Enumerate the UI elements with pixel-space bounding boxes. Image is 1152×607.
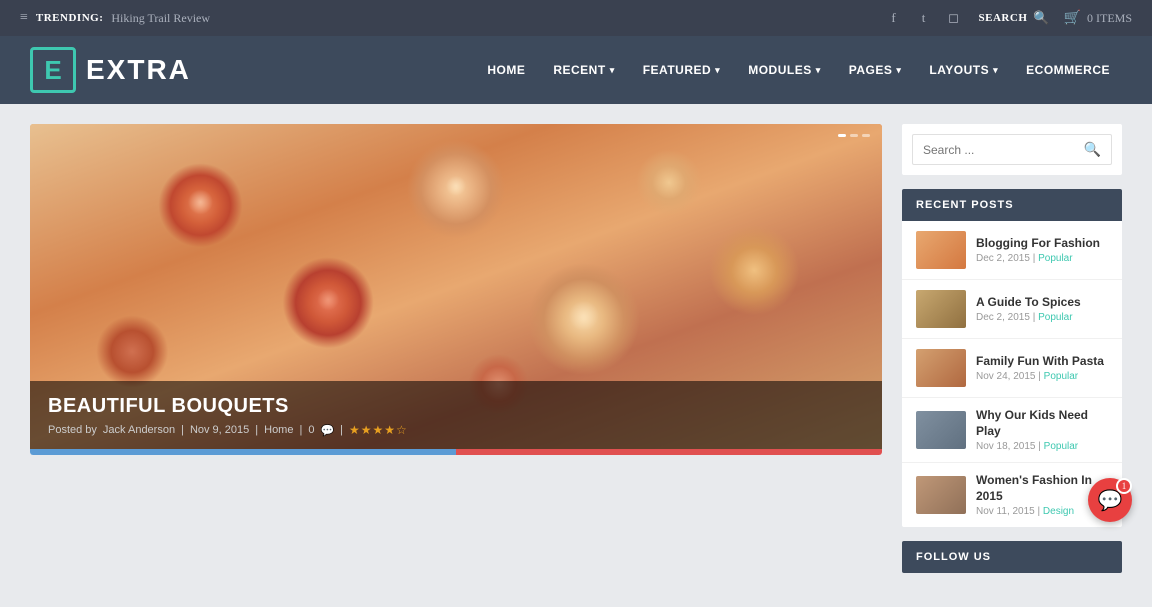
post-thumbnail <box>916 349 966 387</box>
post-info: A Guide To Spices Dec 2, 2015 | Popular <box>976 295 1108 324</box>
hero-separator: | <box>181 424 184 436</box>
post-info: Blogging For Fashion Dec 2, 2015 | Popul… <box>976 236 1108 265</box>
post-tag: Popular <box>1044 371 1078 382</box>
chevron-down-icon: ▾ <box>610 65 615 76</box>
hero-date: Nov 9, 2015 <box>190 424 249 436</box>
post-info: Family Fun With Pasta Nov 24, 2015 | Pop… <box>976 354 1108 383</box>
sidebar: 🔍 RECENT POSTS Blogging For Fashion Dec … <box>902 124 1122 587</box>
post-info: Why Our Kids Need Play Nov 18, 2015 | Po… <box>976 408 1108 452</box>
post-tag: Design <box>1043 506 1074 517</box>
hero-author[interactable]: Jack Anderson <box>103 424 175 436</box>
hero-title: BEAUTIFUL BOUQUETS <box>48 395 864 418</box>
chevron-down-icon: ▾ <box>896 65 901 76</box>
logo-text: EXTRA <box>86 54 191 86</box>
hero-bottom-bars <box>30 449 882 455</box>
cart-count: 0 ITEMS <box>1087 11 1132 26</box>
trending-link[interactable]: Hiking Trail Review <box>111 11 210 26</box>
post-thumbnail <box>916 231 966 269</box>
comment-icon: 💬 <box>320 424 334 437</box>
post-title[interactable]: Blogging For Fashion <box>976 236 1108 252</box>
top-bar-left: ≡ TRENDING: Hiking Trail Review <box>20 10 210 26</box>
hero-category[interactable]: Home <box>264 424 293 436</box>
chevron-down-icon: ▾ <box>816 65 821 76</box>
post-meta: Dec 2, 2015 | Popular <box>976 253 1108 264</box>
hero-meta: Posted by Jack Anderson | Nov 9, 2015 | … <box>48 423 864 437</box>
hero-posted-by: Posted by <box>48 424 97 436</box>
post-meta: Nov 11, 2015 | Design <box>976 506 1108 517</box>
hero-card: BEAUTIFUL BOUQUETS Posted by Jack Anders… <box>30 124 882 455</box>
bar-red <box>456 449 882 455</box>
recent-post-item: Blogging For Fashion Dec 2, 2015 | Popul… <box>902 221 1122 280</box>
slider-dots <box>838 134 870 137</box>
nav-item-featured[interactable]: FEATURED ▾ <box>631 55 732 85</box>
hero-comments: 0 <box>308 424 314 436</box>
nav-item-layouts[interactable]: LAYOUTS ▾ <box>917 55 1010 85</box>
post-thumbnail <box>916 290 966 328</box>
facebook-icon[interactable]: f <box>883 7 905 29</box>
post-meta: Nov 24, 2015 | Popular <box>976 371 1108 382</box>
bar-blue <box>30 449 456 455</box>
recent-post-item: A Guide To Spices Dec 2, 2015 | Popular <box>902 280 1122 339</box>
chevron-down-icon: ▾ <box>993 65 998 76</box>
nav-item-modules[interactable]: MODULES ▾ <box>736 55 833 85</box>
twitter-icon[interactable]: t <box>913 7 935 29</box>
follow-us-header: FOLLOW US <box>902 541 1122 573</box>
main-content: BEAUTIFUL BOUQUETS Posted by Jack Anders… <box>30 124 882 587</box>
trending-label: TRENDING: <box>36 12 103 24</box>
search-input[interactable] <box>923 143 1084 157</box>
slider-dot[interactable] <box>850 134 858 137</box>
instagram-icon[interactable]: ◻ <box>943 7 965 29</box>
nav-item-recent[interactable]: RECENT ▾ <box>541 55 626 85</box>
recent-posts-widget: RECENT POSTS Blogging For Fashion Dec 2,… <box>902 189 1122 527</box>
recent-posts-header: RECENT POSTS <box>902 189 1122 221</box>
chat-badge: 1 <box>1116 478 1132 494</box>
slider-dot[interactable] <box>862 134 870 137</box>
post-title[interactable]: Why Our Kids Need Play <box>976 408 1108 439</box>
post-tag: Popular <box>1038 312 1072 323</box>
search-label: SEARCH <box>979 12 1028 24</box>
hero-separator3: | <box>299 424 302 436</box>
top-bar: ≡ TRENDING: Hiking Trail Review f t ◻ SE… <box>0 0 1152 36</box>
search-button[interactable]: 🔍 <box>1084 141 1101 158</box>
hero-caption: BEAUTIFUL BOUQUETS Posted by Jack Anders… <box>30 381 882 449</box>
follow-us-widget: FOLLOW US <box>902 541 1122 573</box>
nav-item-ecommerce[interactable]: ECOMMERCE <box>1014 55 1122 85</box>
cart-area[interactable]: 🛒 0 ITEMS <box>1064 10 1132 27</box>
hero-separator2: | <box>255 424 258 436</box>
post-title[interactable]: A Guide To Spices <box>976 295 1108 311</box>
recent-posts-body: Blogging For Fashion Dec 2, 2015 | Popul… <box>902 221 1122 527</box>
content-area: BEAUTIFUL BOUQUETS Posted by Jack Anders… <box>0 104 1152 607</box>
top-bar-right: f t ◻ SEARCH 🔍 🛒 0 ITEMS <box>883 7 1132 29</box>
recent-post-item: Why Our Kids Need Play Nov 18, 2015 | Po… <box>902 398 1122 463</box>
chat-bubble[interactable]: 💬 1 <box>1088 478 1132 522</box>
hero-image: BEAUTIFUL BOUQUETS Posted by Jack Anders… <box>30 124 882 449</box>
nav-menu: HOME RECENT ▾ FEATURED ▾ MODULES ▾ PAGES… <box>475 55 1122 85</box>
hero-separator4: | <box>340 424 343 436</box>
post-thumbnail <box>916 476 966 514</box>
nav-item-pages[interactable]: PAGES ▾ <box>837 55 914 85</box>
post-meta: Nov 18, 2015 | Popular <box>976 441 1108 452</box>
nav-item-home[interactable]: HOME <box>475 55 537 85</box>
social-icons: f t ◻ <box>883 7 965 29</box>
hero-rating: ★★★★☆ <box>349 423 408 437</box>
logo-letter: E <box>44 57 61 83</box>
post-title[interactable]: Family Fun With Pasta <box>976 354 1108 370</box>
header-nav: E EXTRA HOME RECENT ▾ FEATURED ▾ MODULES… <box>0 36 1152 104</box>
recent-post-item: Family Fun With Pasta Nov 24, 2015 | Pop… <box>902 339 1122 398</box>
search-input-wrap: 🔍 <box>912 134 1112 165</box>
hamburger-icon[interactable]: ≡ <box>20 10 28 26</box>
cart-icon: 🛒 <box>1064 10 1081 27</box>
search-icon[interactable]: 🔍 <box>1033 10 1049 26</box>
logo-box: E <box>30 47 76 93</box>
post-tag: Popular <box>1038 253 1072 264</box>
slider-dot[interactable] <box>838 134 846 137</box>
logo[interactable]: E EXTRA <box>30 47 191 93</box>
post-tag: Popular <box>1044 441 1078 452</box>
post-thumbnail <box>916 411 966 449</box>
search-widget: 🔍 <box>902 124 1122 175</box>
search-area: SEARCH 🔍 <box>979 10 1050 26</box>
chevron-down-icon: ▾ <box>715 65 720 76</box>
post-meta: Dec 2, 2015 | Popular <box>976 312 1108 323</box>
